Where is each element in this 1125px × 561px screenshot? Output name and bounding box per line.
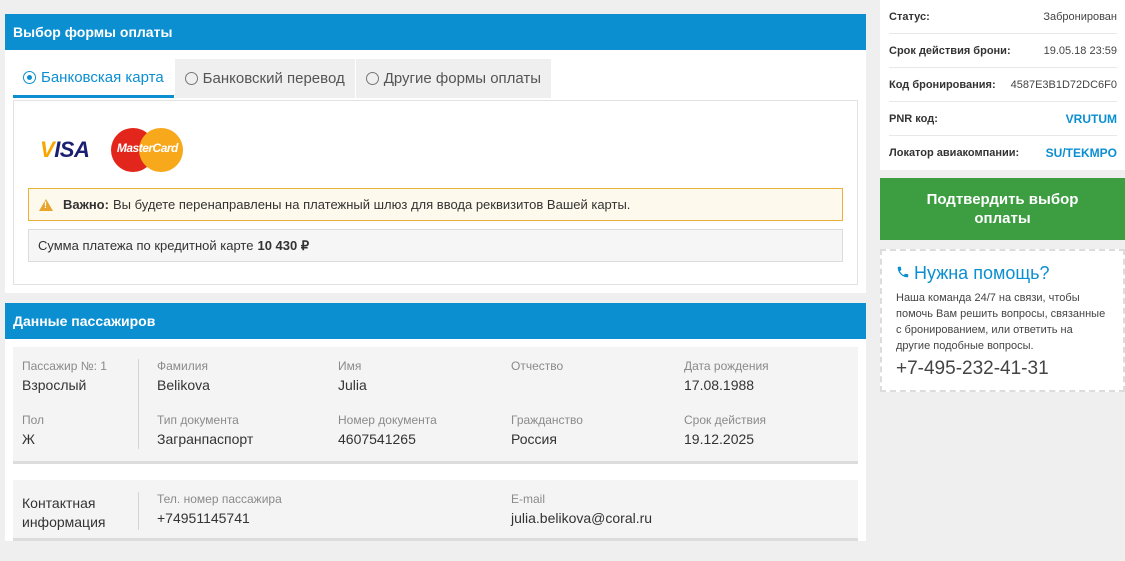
doc-number-label: Номер документа: [338, 413, 437, 427]
confirm-payment-button[interactable]: Подтвердить выбор оплаты: [880, 178, 1125, 240]
contact-card: Контактная информация Тел. номер пассажи…: [13, 480, 858, 541]
birth-label: Дата рождения: [684, 359, 769, 373]
mastercard-logo: MasterCard: [111, 128, 184, 172]
gender-value: Ж: [22, 431, 35, 447]
pnr-key: PNR код:: [889, 112, 938, 125]
phone-icon: [896, 263, 910, 284]
patronymic-label: Отчество: [511, 359, 564, 373]
patronymic-value: [511, 377, 684, 413]
notice-text: Вы будете перенаправлены на платежный шл…: [112, 197, 631, 212]
passengers-section-header: Данные пассажиров: [5, 303, 866, 339]
phone-label: Тел. номер пассажира: [157, 492, 282, 506]
help-title-text: Нужна помощь?: [914, 263, 1050, 283]
warning-icon: [39, 198, 53, 211]
email-value: julia.belikova@coral.ru: [511, 510, 653, 526]
booking-info: Статус: Забронирован Срок действия брони…: [880, 0, 1125, 170]
contact-title-line2: информация: [22, 514, 106, 530]
visa-logo: VISA: [40, 137, 90, 162]
tab-label: Банковская карта: [41, 68, 164, 86]
booking-code-row: Код бронирования: 4587E3B1D72DC6F0: [889, 68, 1117, 102]
doc-number-value: 4607541265: [338, 431, 416, 447]
tab-bank-card[interactable]: Банковская карта: [13, 59, 174, 98]
booking-code-value: 4587E3B1D72DC6F0: [1010, 78, 1117, 91]
help-text: Наша команда 24/7 на связи, чтобы помочь…: [896, 292, 1106, 352]
status-key: Статус:: [889, 10, 930, 23]
radio-selected-icon[interactable]: [23, 70, 36, 84]
help-box: Нужна помощь? Наша команда 24/7 на связи…: [880, 249, 1125, 392]
pnr-row: PNR код: VRUTUM: [889, 102, 1117, 136]
citizenship-value: Россия: [511, 431, 557, 447]
payment-tabs: Банковская карта Банковский перевод Друг…: [13, 59, 858, 100]
tab-bank-transfer[interactable]: Банковский перевод: [174, 59, 355, 98]
name-value: Julia: [338, 377, 367, 393]
locator-row: Локатор авиакомпании: SU/TEKMPO: [889, 136, 1117, 170]
notice-bold: Важно:: [63, 197, 109, 212]
main-column: Выбор формы оплаты Банковская карта Банк…: [5, 14, 866, 551]
phone-value: +74951145741: [157, 510, 250, 526]
locator-link[interactable]: SU/TEKMPO: [1046, 146, 1117, 160]
tab-other-payment[interactable]: Другие формы оплаты: [355, 59, 552, 98]
citizenship-label: Гражданство: [511, 413, 583, 427]
passenger-number: Пассажир №: 1: [22, 359, 107, 373]
surname-label: Фамилия: [157, 359, 208, 373]
name-label: Имя: [338, 359, 362, 373]
expiry-key: Срок действия брони:: [889, 44, 1011, 57]
payment-section: Выбор формы оплаты Банковская карта Банк…: [5, 14, 866, 293]
payment-section-header: Выбор формы оплаты: [5, 14, 866, 50]
gender-label: Пол: [22, 413, 45, 427]
radio-icon[interactable]: [365, 72, 379, 85]
bank-card-panel: VISA MasterCard Важно: Вы будете перенап…: [13, 100, 858, 285]
locator-key: Локатор авиакомпании:: [889, 147, 1020, 159]
email-label: E-mail: [511, 492, 546, 506]
passengers-section: Данные пассажиров Пассажир №: 1 Взрослый…: [5, 303, 866, 541]
expiry-value: 19.05.18 23:59: [1043, 44, 1117, 57]
tab-label: Банковский перевод: [202, 70, 345, 87]
card-logos: VISA MasterCard: [40, 115, 843, 185]
contact-title: Контактная информация: [22, 492, 139, 530]
surname-value: Belikova: [157, 377, 210, 393]
help-phone[interactable]: +7-495-232-41-31: [896, 358, 1109, 380]
pnr-link[interactable]: VRUTUM: [1066, 112, 1117, 126]
validity-value: 19.12.2025: [684, 431, 755, 447]
status-value: Забронирован: [1043, 10, 1117, 23]
doc-type-label: Тип документа: [157, 413, 239, 427]
passenger-type: Взрослый: [22, 377, 87, 393]
booking-code-key: Код бронирования:: [889, 78, 996, 91]
birth-value: 17.08.1988: [684, 377, 755, 393]
status-row: Статус: Забронирован: [889, 0, 1117, 34]
important-notice: Важно: Вы будете перенаправлены на плате…: [28, 188, 843, 221]
help-title: Нужна помощь?: [896, 263, 1109, 284]
sum-value: 10 430 ₽: [257, 237, 310, 253]
sum-label: Сумма платежа по кредитной карте: [38, 238, 254, 253]
tab-label: Другие формы оплаты: [383, 70, 542, 87]
sidebar: Статус: Забронирован Срок действия брони…: [880, 0, 1125, 392]
expiry-row: Срок действия брони: 19.05.18 23:59: [889, 34, 1117, 68]
validity-label: Срок действия: [684, 413, 767, 427]
passenger-card: Пассажир №: 1 Взрослый Пол Ж Фамилия Bel…: [13, 347, 858, 464]
radio-icon[interactable]: [184, 72, 198, 85]
payment-sum: Сумма платежа по кредитной карте 10 430 …: [28, 229, 843, 262]
doc-type-value: Загранпаспорт: [157, 431, 254, 447]
contact-title-line1: Контактная: [22, 495, 96, 511]
